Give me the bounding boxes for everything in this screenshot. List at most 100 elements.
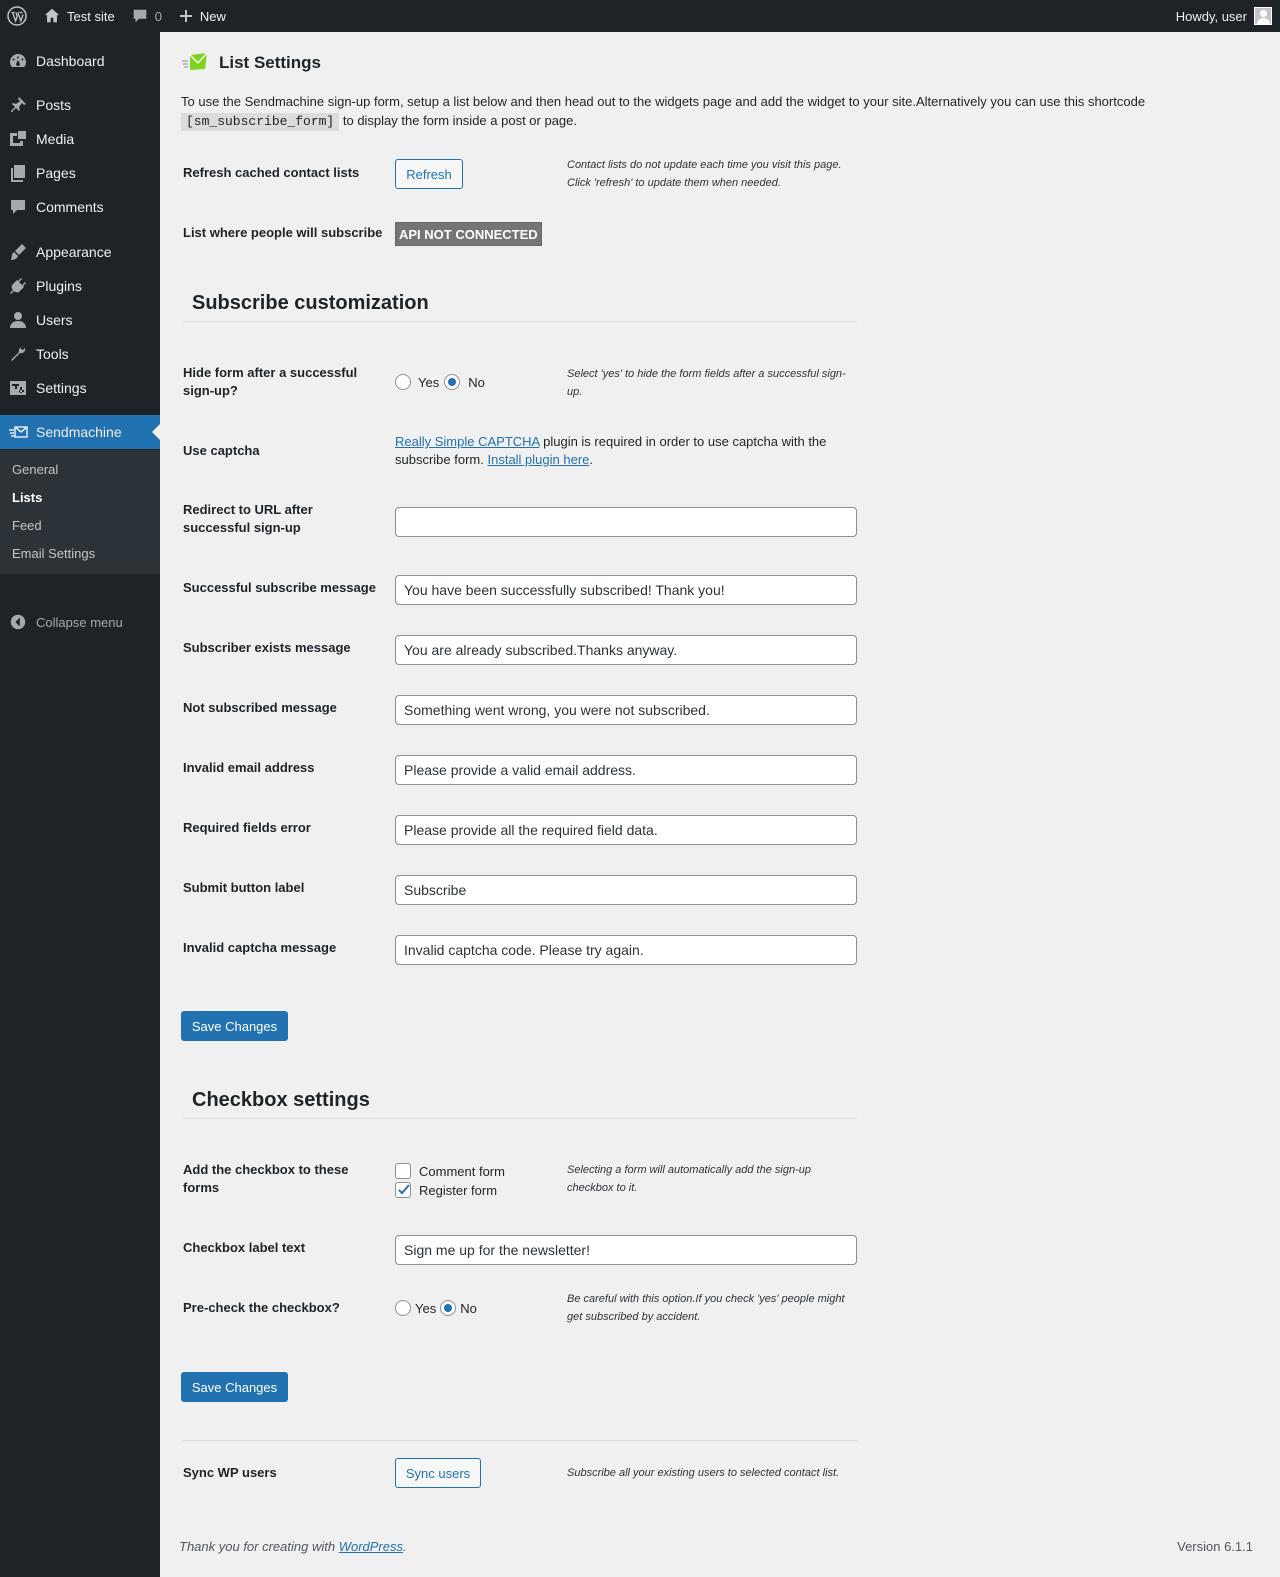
hide-form-radios: Yes No <box>395 374 485 390</box>
sidebar-item-settings[interactable]: Settings <box>0 371 160 405</box>
precheck-help: Be careful with this option.If you check… <box>567 1293 845 1323</box>
sidebar-item-pages[interactable]: Pages <box>0 156 160 190</box>
register-form-option: Register form <box>395 1182 497 1198</box>
page-title: List Settings <box>219 53 322 72</box>
register-form-checkbox[interactable] <box>395 1182 411 1198</box>
comment-form-checkbox[interactable] <box>395 1163 411 1179</box>
exists-message-label: Subscriber exists message <box>183 640 351 655</box>
howdy-text: Howdy, user <box>1175 8 1247 24</box>
redirect-url-label: Redirect to URL after successful sign-up <box>183 502 313 535</box>
submit-button-label-input[interactable] <box>395 875 857 905</box>
section-divider <box>183 321 857 322</box>
precheck-yes-radio[interactable] <box>395 1300 411 1316</box>
sidebar-item-label: Media <box>36 131 75 147</box>
collapse-menu-button[interactable]: Collapse menu <box>0 608 160 636</box>
save-changes-button[interactable]: Save Changes <box>181 1372 288 1402</box>
new-label: New <box>199 8 226 24</box>
api-status-badge: API NOT CONNECTED <box>395 222 542 246</box>
captcha-label: Use captcha <box>183 443 260 458</box>
sidebar-item-comments[interactable]: Comments <box>0 190 160 224</box>
sidebar-item-sendmachine[interactable]: Sendmachine <box>0 415 160 449</box>
collapse-menu-label: Collapse menu <box>36 614 123 630</box>
shortcode: [sm_subscribe_form] <box>181 113 340 131</box>
media-icon <box>0 129 36 149</box>
avatar <box>1254 7 1272 25</box>
invalid-captcha-input[interactable] <box>395 935 857 965</box>
not-subscribed-label: Not subscribed message <box>183 700 337 715</box>
sync-users-help: Subscribe all your existing users to sel… <box>567 1467 840 1479</box>
my-account[interactable]: Howdy, user <box>1176 7 1280 25</box>
section-divider <box>183 1118 857 1119</box>
sidebar-item-label: Sendmachine <box>36 424 122 440</box>
pin-icon <box>0 95 36 115</box>
wordpress-link[interactable]: WordPress <box>339 1539 403 1554</box>
precheck-yes-label: Yes <box>415 1300 437 1316</box>
intro-after: to display the form inside a post or pag… <box>342 113 577 128</box>
add-checkbox-label: Add the checkbox to these forms <box>183 1162 349 1195</box>
submenu-item-email-settings[interactable]: Email Settings <box>12 546 95 561</box>
invalid-email-input[interactable] <box>395 755 857 785</box>
captcha-plugin-link[interactable]: Really Simple CAPTCHA <box>395 434 540 449</box>
site-name-link[interactable]: Test site <box>33 0 123 32</box>
dashboard-icon <box>0 51 36 71</box>
refresh-help: Contact lists do not update each time yo… <box>567 159 842 189</box>
redirect-url-input[interactable] <box>395 507 857 537</box>
sidebar-item-label: Appearance <box>36 244 112 260</box>
invalid-email-label: Invalid email address <box>183 760 315 775</box>
exists-message-input[interactable] <box>395 635 857 665</box>
subscribe-list-label: List where people will subscribe <box>183 225 383 240</box>
sidebar-item-plugins[interactable]: Plugins <box>0 269 160 303</box>
submenu-item-feed[interactable]: Feed <box>12 518 42 533</box>
admin-sidebar: Dashboard Posts Media Pages Comments App… <box>0 32 160 1577</box>
precheck-no-radio[interactable] <box>440 1300 457 1316</box>
sync-users-button[interactable]: Sync users <box>395 1458 481 1488</box>
sidebar-item-appearance[interactable]: Appearance <box>0 235 160 269</box>
precheck-no-label: No <box>460 1300 477 1316</box>
collapse-arrow-icon <box>0 613 36 631</box>
submenu-item-lists[interactable]: Lists <box>12 490 42 505</box>
user-icon <box>0 310 36 330</box>
comment-icon <box>0 197 36 217</box>
footer-thanks: Thank you for creating with WordPress. <box>179 1539 407 1554</box>
sidebar-item-media[interactable]: Media <box>0 122 160 156</box>
captcha-notice: Really Simple CAPTCHA plugin is required… <box>395 433 845 469</box>
new-content-link[interactable]: New <box>170 0 234 32</box>
required-fields-input[interactable] <box>395 815 857 845</box>
precheck-label: Pre-check the checkbox? <box>183 1300 340 1315</box>
sidebar-item-tools[interactable]: Tools <box>0 337 160 371</box>
admin-bar: Test site 0 New Howdy, user <box>0 0 1280 32</box>
plus-icon <box>179 10 192 22</box>
hide-form-no-label: No <box>468 374 485 390</box>
wordpress-logo-icon[interactable] <box>0 0 33 32</box>
sidebar-item-dashboard[interactable]: Dashboard <box>0 44 160 78</box>
sidebar-item-label: Settings <box>36 380 87 396</box>
success-message-input[interactable] <box>395 575 857 605</box>
sendmachine-logo-icon <box>182 52 208 70</box>
submenu-item-general[interactable]: General <box>12 462 58 477</box>
hide-form-label: Hide form after a successful sign-up? <box>183 365 358 398</box>
home-icon <box>44 8 60 23</box>
register-form-label: Register form <box>419 1182 498 1198</box>
add-checkbox-help: Selecting a form will automatically add … <box>567 1164 811 1194</box>
main-content: List Settings To use the Sendmachine sig… <box>160 32 1280 1577</box>
install-plugin-link[interactable]: Install plugin here <box>487 452 589 467</box>
sidebar-item-posts[interactable]: Posts <box>0 88 160 122</box>
sidebar-item-label: Plugins <box>36 278 82 294</box>
checkbox-label-text-input[interactable] <box>395 1235 857 1265</box>
sidebar-item-label: Pages <box>36 165 76 181</box>
not-subscribed-input[interactable] <box>395 695 857 725</box>
sidebar-item-users[interactable]: Users <box>0 303 160 337</box>
sync-users-label: Sync WP users <box>183 1465 277 1480</box>
plugin-icon <box>0 276 36 296</box>
hide-form-yes-radio[interactable] <box>395 374 411 390</box>
refresh-button[interactable]: Refresh <box>395 159 463 189</box>
footer-thanks-text: Thank you for creating with <box>179 1539 339 1554</box>
precheck-radios: Yes No <box>395 1300 477 1316</box>
comment-form-option: Comment form <box>395 1163 505 1179</box>
wrench-icon <box>0 344 36 364</box>
comments-link[interactable]: 0 <box>123 0 170 32</box>
hide-form-no-radio[interactable] <box>444 374 461 390</box>
save-changes-button[interactable]: Save Changes <box>181 1011 288 1041</box>
site-name-label: Test site <box>67 8 115 24</box>
checkbox-settings-heading: Checkbox settings <box>192 1089 370 1111</box>
